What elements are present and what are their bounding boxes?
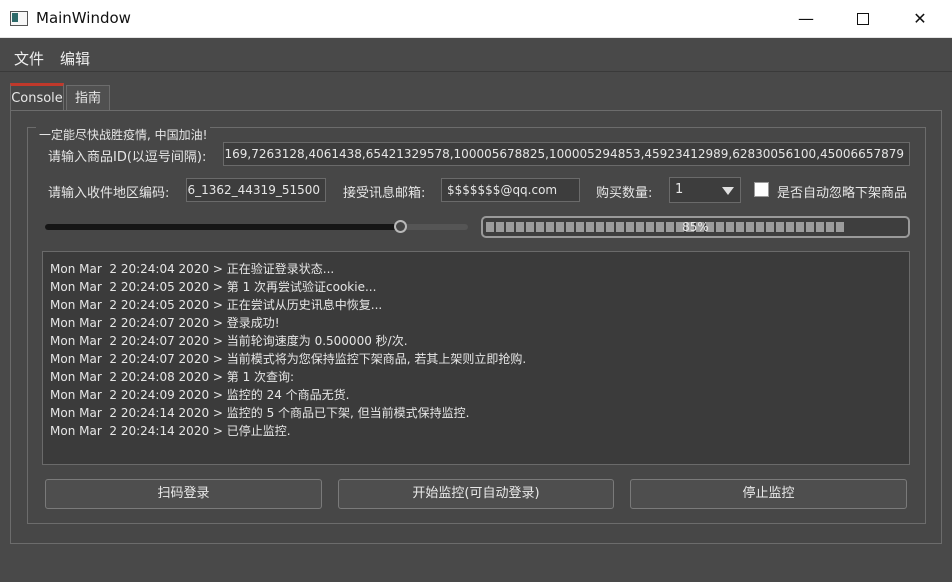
log-line: Mon Mar 2 20:24:07 2020 > 登录成功! [50,316,280,330]
log-line: Mon Mar 2 20:24:05 2020 > 第 1 次再尝试验证cook… [50,280,377,294]
menu-bar: 文件 编辑 [0,39,952,72]
qr-login-button[interactable]: 扫码登录 [45,479,322,509]
progress-bar: 85% [481,216,910,238]
log-line: Mon Mar 2 20:24:08 2020 > 第 1 次查询: [50,370,295,384]
log-line: Mon Mar 2 20:24:05 2020 > 正在尝试从历史讯息中恢复..… [50,298,383,312]
log-line: Mon Mar 2 20:24:07 2020 > 当前模式将为您保持监控下架商… [50,352,527,366]
menu-edit[interactable]: 编辑 [60,48,90,69]
auto-ignore-checkbox[interactable] [754,182,769,197]
speed-slider-fill [45,224,400,230]
log-line: Mon Mar 2 20:24:09 2020 > 监控的 24 个商品无货. [50,388,350,402]
quantity-label: 购买数量: [596,186,653,201]
tab-console[interactable]: Console [10,83,64,111]
auto-ignore-label: 是否自动忽略下架商品 [777,186,908,201]
window-title: MainWindow [36,9,131,27]
email-label: 接受讯息邮箱: [343,186,426,201]
minimize-button[interactable]: — [783,0,829,38]
speed-slider-handle[interactable] [394,220,407,233]
area-code-input[interactable]: 16_1362_44319_51500 [186,178,326,202]
group-title: 一定能尽快战胜疫情, 中国加油! [36,126,211,143]
product-ids-value: 100008348542,100011203520,100011387368,1… [223,147,904,161]
area-code-label: 请输入收件地区编码: [48,186,170,201]
tab-guide[interactable]: 指南 [66,85,110,110]
chevron-down-icon [722,187,734,195]
log-line: Mon Mar 2 20:24:14 2020 > 监控的 5 个商品已下架, … [50,406,470,420]
console-log[interactable]: Mon Mar 2 20:24:04 2020 > 正在验证登录状态... Mon… [42,251,910,465]
log-line: Mon Mar 2 20:24:14 2020 > 已停止监控. [50,424,291,438]
product-ids-input[interactable]: 100008348542,100011203520,100011387368,1… [223,142,910,166]
start-monitor-button[interactable]: 开始监控(可自动登录) [338,479,614,509]
log-line: Mon Mar 2 20:24:04 2020 > 正在验证登录状态... [50,262,335,276]
app-window-icon [10,11,28,26]
log-line: Mon Mar 2 20:24:07 2020 > 当前轮询速度为 0.5000… [50,334,408,348]
area-code-value: 16_1362_44319_51500 [186,183,320,197]
title-bar: MainWindow — ✕ [0,0,952,38]
quantity-select[interactable]: 1 [669,177,741,203]
progress-text: 85% [682,220,709,234]
menu-file[interactable]: 文件 [14,48,44,69]
close-button[interactable]: ✕ [897,0,943,38]
maximize-icon [857,13,869,25]
email-input[interactable]: $$$$$$$@qq.com [441,178,580,202]
maximize-button[interactable] [840,0,886,38]
quantity-value: 1 [675,182,684,197]
product-ids-label: 请输入商品ID(以逗号间隔): [48,150,207,165]
stop-monitor-button[interactable]: 停止监控 [630,479,907,509]
